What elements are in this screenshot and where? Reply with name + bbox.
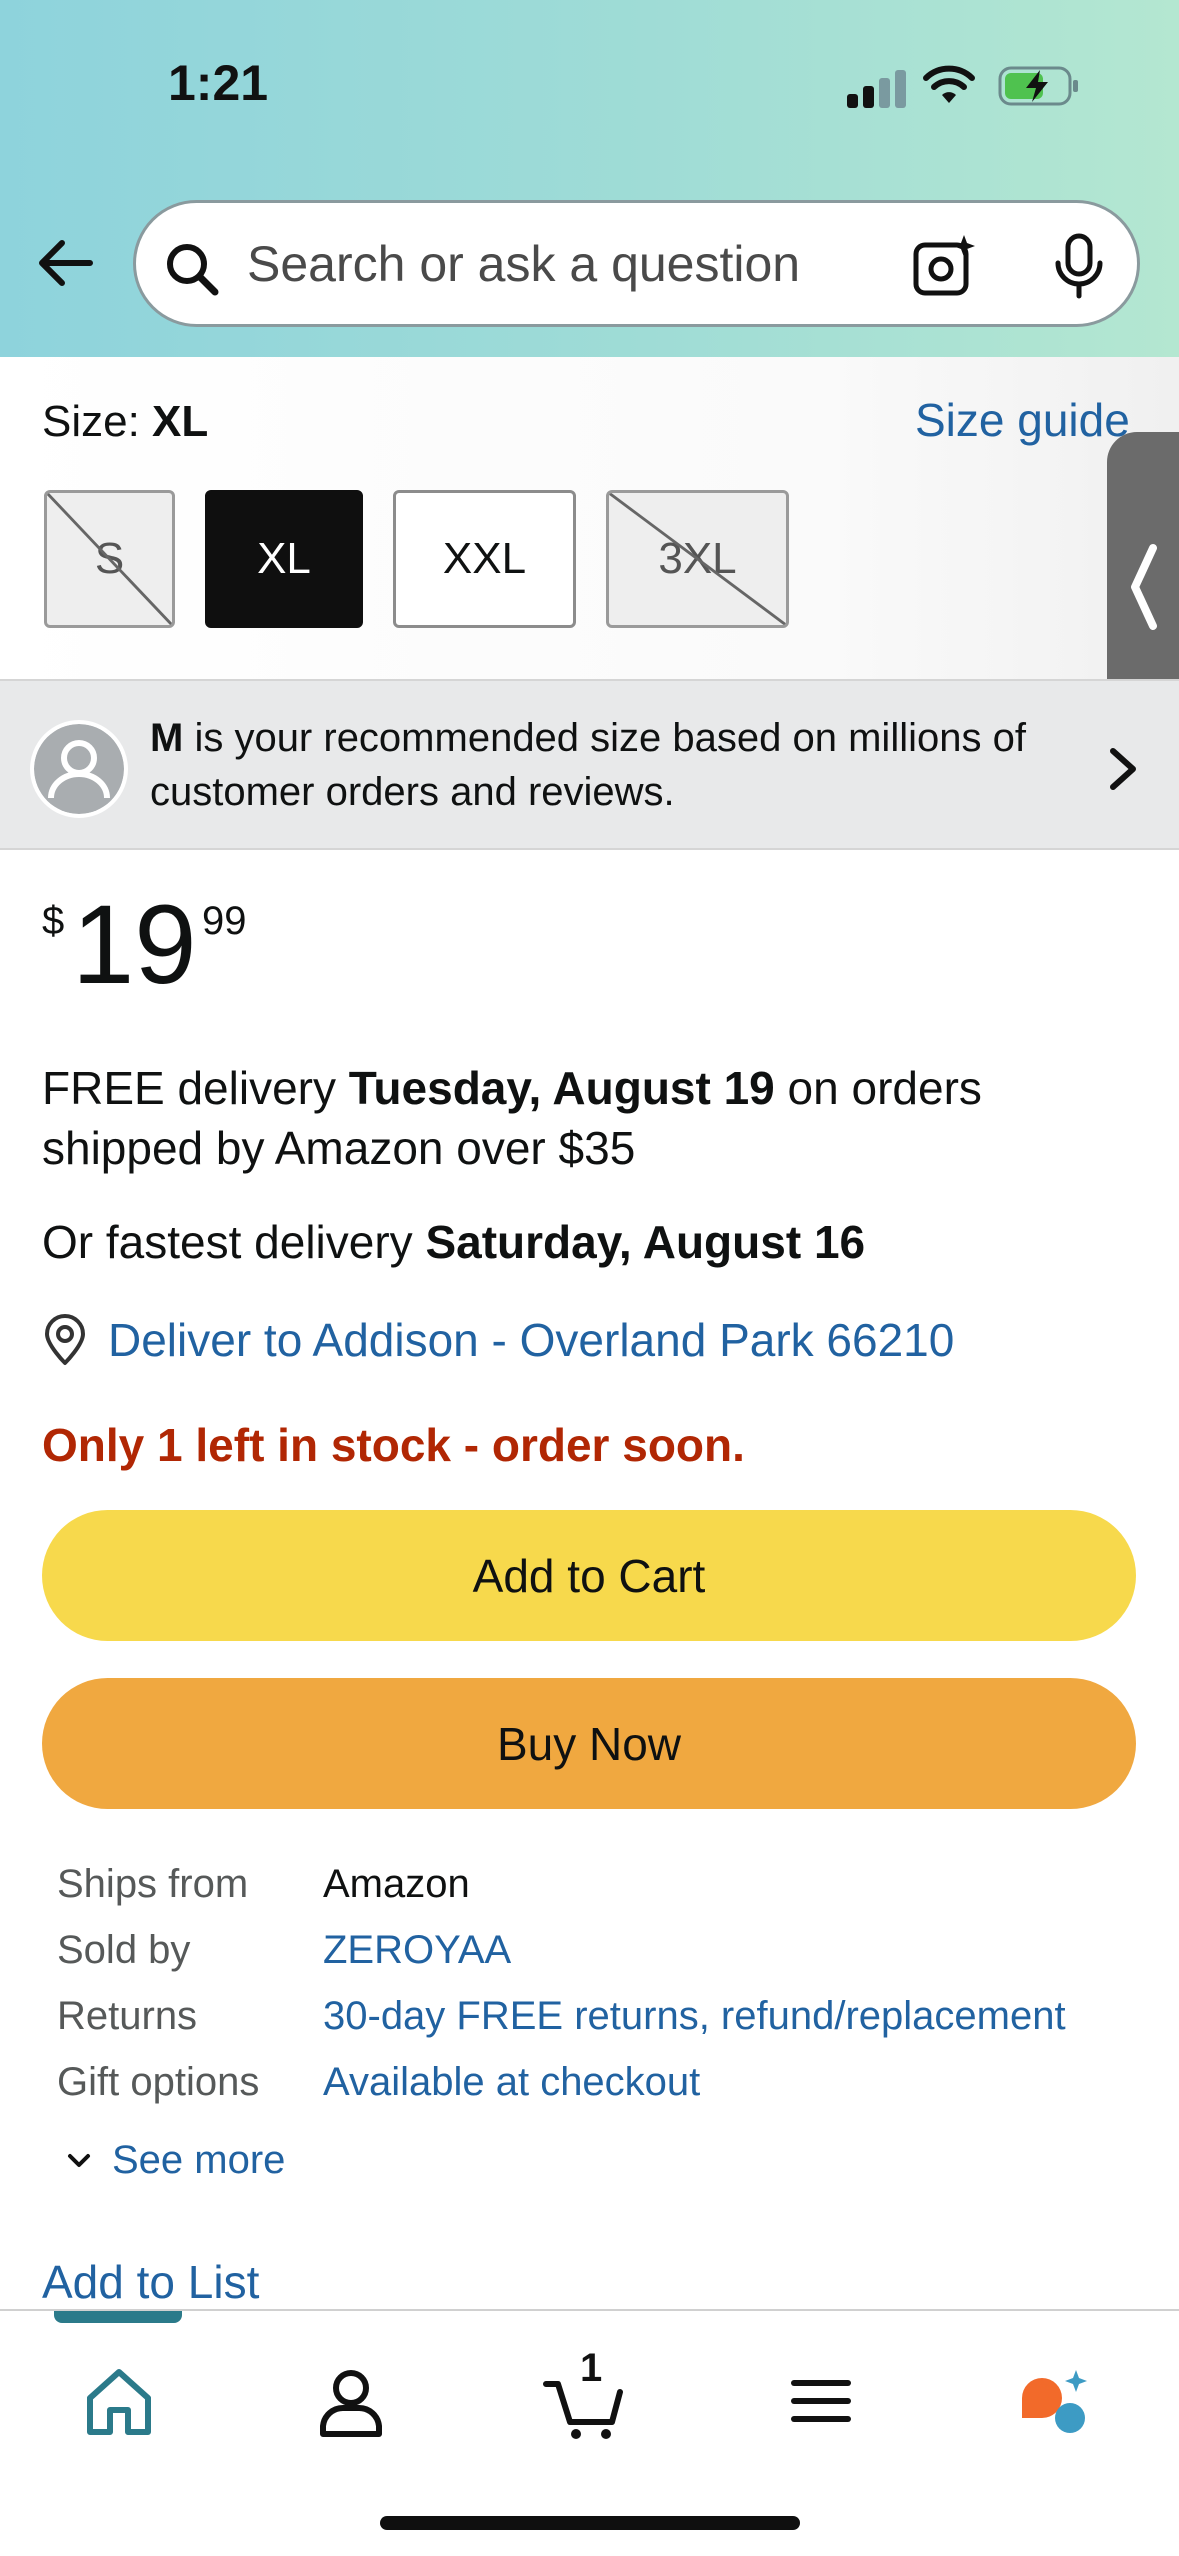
price-fraction: 99 <box>202 899 247 943</box>
size-option-3xl[interactable]: 3XL <box>606 490 789 628</box>
size-guide-link[interactable]: Size guide <box>915 393 1130 447</box>
search-input[interactable] <box>247 233 807 295</box>
home-icon[interactable] <box>74 2356 164 2446</box>
see-more-label: See more <box>112 2138 286 2182</box>
unavailable-slash-icon <box>609 493 786 625</box>
menu-icon[interactable] <box>776 2356 866 2446</box>
avatar-icon <box>30 720 128 818</box>
fastest-delivery-prefix: Or fastest delivery <box>42 1216 426 1268</box>
chevron-left-icon <box>1131 544 1157 630</box>
chevron-right-icon <box>1110 748 1136 790</box>
size-label: Size: XL <box>42 397 208 447</box>
buy-now-button[interactable]: Buy Now <box>42 1678 1136 1809</box>
chevron-down-icon <box>68 2153 90 2167</box>
gift-options-link[interactable]: Available at checkout <box>323 2060 700 2105</box>
price-whole: 19 <box>72 882 197 1007</box>
info-key: Gift options <box>57 2060 260 2104</box>
info-key: Returns <box>57 1994 198 2038</box>
selected-size-value: XL <box>152 397 209 446</box>
microphone-icon[interactable] <box>1051 233 1107 299</box>
fastest-delivery-date: Saturday, August 16 <box>425 1216 866 1268</box>
delivery-date: Tuesday, August 19 <box>348 1062 775 1114</box>
info-key: Ships from <box>57 1862 249 1906</box>
size-selector-section: Size: XL Size guide S XL XXL 3XL <box>0 357 1179 679</box>
cart-button[interactable]: 1 <box>540 2346 630 2446</box>
unavailable-slash-icon <box>47 493 172 625</box>
deliver-to-address[interactable]: Deliver to Addison - Overland Park 66210 <box>108 1313 954 1367</box>
active-tab-indicator <box>54 2311 182 2323</box>
cellular-signal-icon <box>847 70 909 108</box>
size-option-s[interactable]: S <box>44 490 175 628</box>
returns-link[interactable]: 30-day FREE returns, refund/replacement <box>323 1994 1066 2039</box>
seller-link[interactable]: ZEROYAA <box>323 1928 511 1973</box>
cart-count-badge: 1 <box>580 2346 603 2390</box>
recommended-size: M <box>150 716 184 760</box>
size-recommendation-banner[interactable]: M is your recommended size based on mill… <box>0 679 1179 850</box>
see-more-toggle[interactable]: See more <box>66 2138 285 2183</box>
back-arrow-icon[interactable] <box>34 232 96 294</box>
info-key: Sold by <box>57 1928 191 1972</box>
account-icon[interactable] <box>306 2356 396 2446</box>
home-indicator[interactable] <box>380 2516 800 2530</box>
camera-search-icon[interactable] <box>912 233 978 299</box>
rufus-assistant-icon[interactable] <box>1010 2356 1100 2446</box>
deliver-to-link[interactable]: Deliver to Addison - Overland Park 66210 <box>42 1313 954 1367</box>
search-bar[interactable] <box>133 200 1140 327</box>
battery-charging-icon <box>998 66 1078 106</box>
app-header: 1:21 <box>0 0 1179 357</box>
fastest-delivery-text: Or fastest delivery Saturday, August 16 <box>42 1215 865 1269</box>
location-pin-icon <box>45 1314 85 1365</box>
recommendation-text: M is your recommended size based on mill… <box>150 711 1100 819</box>
recommendation-message: is your recommended size based on millio… <box>150 716 1026 814</box>
search-icon <box>167 244 219 296</box>
size-option-label: XL <box>257 534 311 583</box>
add-to-cart-button[interactable]: Add to Cart <box>42 1510 1136 1641</box>
size-option-xl[interactable]: XL <box>205 490 363 628</box>
status-time: 1:21 <box>168 55 269 111</box>
free-delivery-text: FREE delivery Tuesday, August 19 on orde… <box>42 1058 1142 1178</box>
size-option-label: XXL <box>442 534 527 583</box>
size-option-xxl[interactable]: XXL <box>393 490 576 628</box>
delivery-prefix: FREE delivery <box>42 1062 349 1114</box>
stock-warning: Only 1 left in stock - order soon. <box>42 1419 745 1471</box>
add-to-list-link[interactable]: Add to List <box>42 2255 259 2309</box>
price-currency: $ <box>42 899 65 943</box>
info-value: Amazon <box>323 1862 470 1906</box>
wifi-icon <box>923 65 975 103</box>
size-label-prefix: Size: <box>42 397 153 446</box>
